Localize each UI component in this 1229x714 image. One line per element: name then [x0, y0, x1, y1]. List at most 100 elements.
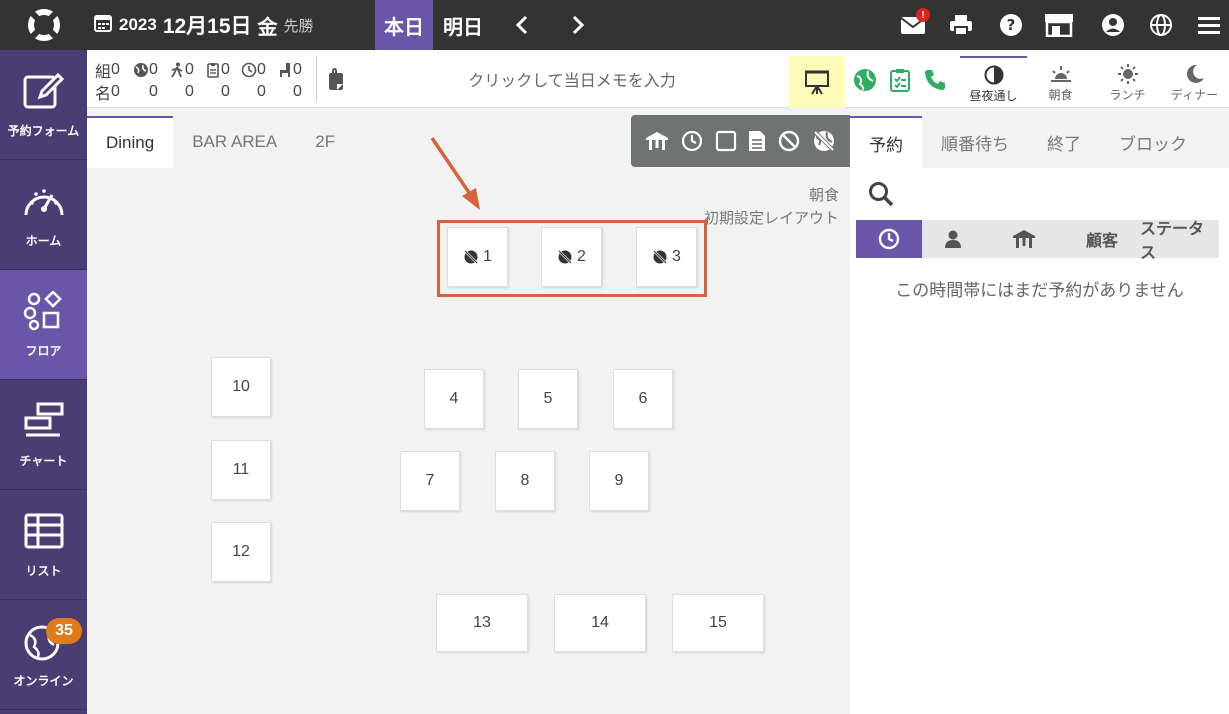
sidebar-item-label: 予約フォーム: [7, 123, 80, 138]
stats-row-groups: 組0 0 0 0 0 0: [95, 59, 313, 81]
account-icon[interactable]: [1098, 10, 1128, 40]
sort-by-status[interactable]: ステータス: [1140, 220, 1219, 262]
floor-table[interactable]: 11: [211, 440, 271, 500]
floor-table[interactable]: 7: [400, 451, 460, 511]
list-icon: [22, 511, 66, 556]
table-number: 7: [425, 472, 435, 489]
sort-by-time[interactable]: [856, 220, 922, 258]
dashboard-icon: [22, 181, 66, 226]
tab-breakfast[interactable]: 朝食: [1027, 56, 1094, 108]
clock-icon: [241, 62, 257, 78]
floor-table[interactable]: 6: [613, 369, 673, 429]
floor-table[interactable]: 10: [211, 357, 271, 417]
layout-meal-period: 朝食: [808, 187, 839, 204]
sidebar-item-label: フロア: [25, 343, 62, 358]
channel-icons: [853, 68, 947, 92]
date-display[interactable]: 2023 12月15日 金 先勝: [93, 0, 314, 50]
sidebar-item-floor[interactable]: フロア: [0, 270, 87, 380]
calendar-icon: [93, 13, 113, 38]
online-count-badge: 35: [46, 618, 82, 644]
tab-reservations[interactable]: 予約: [850, 116, 922, 168]
reservation-search[interactable]: [850, 168, 1229, 220]
tab-blocks[interactable]: ブロック: [1100, 116, 1206, 168]
table-number: 12: [232, 543, 250, 560]
floor-table[interactable]: 13: [436, 594, 528, 652]
sort-by-party[interactable]: [922, 220, 984, 258]
tab-2f[interactable]: 2F: [296, 116, 354, 168]
floor-tabs: Dining BAR AREA 2F: [87, 108, 354, 168]
divider: [316, 56, 317, 102]
floor-table[interactable]: 12: [211, 522, 271, 582]
date-weekday: 金: [257, 16, 278, 39]
tab-dinner[interactable]: ディナー: [1161, 56, 1228, 108]
chevron-right-icon[interactable]: [564, 10, 592, 40]
table-number: 5: [543, 390, 553, 407]
chart-icon: [22, 401, 66, 446]
globe-off-icon[interactable]: [812, 129, 836, 153]
sidebar-item-label: ホーム: [25, 233, 62, 248]
table-number: 6: [638, 390, 648, 407]
meal-period-tabs: 昼夜通し 朝食 ランチ ディナー: [960, 56, 1228, 108]
sort-by-table[interactable]: [984, 220, 1064, 258]
floor-table[interactable]: 9: [589, 451, 649, 511]
reservation-tabs: 予約 順番待ち 終了 ブロック: [850, 108, 1229, 168]
sidebar-item-online[interactable]: 35 オンライン: [0, 600, 87, 710]
tab-finished[interactable]: 終了: [1028, 116, 1100, 168]
today-button[interactable]: 本日: [375, 0, 433, 50]
reservation-stats: 組0 0 0 0 0 0 名0 0 0 0 0 0: [95, 59, 313, 103]
clipboard-icon: [207, 63, 219, 78]
empty-reservations-message: この時間帯にはまだ予約がありません: [895, 281, 1184, 300]
sidebar-item-label: チャート: [19, 453, 68, 468]
sidebar-item-label: オンライン: [13, 673, 74, 688]
tab-waitlist[interactable]: 順番待ち: [922, 116, 1028, 168]
floor-table[interactable]: 14: [554, 594, 646, 652]
globe-icon[interactable]: [1146, 10, 1176, 40]
highlight-box: [437, 220, 707, 297]
sort-by-customer[interactable]: 顧客: [1064, 220, 1140, 258]
table-number: 9: [614, 472, 624, 489]
sidebar-item-list[interactable]: リスト: [0, 490, 87, 600]
tomorrow-button[interactable]: 明日: [433, 0, 493, 50]
reservation-panel: 予約 順番待ち 終了 ブロック 顧客 ステータス この時間帯にはまだ予約がありま…: [850, 108, 1229, 714]
help-icon[interactable]: ?: [996, 10, 1026, 40]
sidebar-item-reservation-form[interactable]: 予約フォーム: [0, 50, 87, 160]
app-logo[interactable]: [0, 0, 87, 50]
mail-badge: !: [916, 8, 930, 22]
date-rokuyo: 先勝: [283, 17, 314, 35]
tab-all-day[interactable]: 昼夜通し: [960, 56, 1027, 108]
clock-icon[interactable]: [681, 130, 703, 152]
top-bar: 2023 12月15日 金 先勝 本日 明日 ! ?: [0, 0, 1229, 50]
mail-icon[interactable]: !: [898, 8, 930, 40]
table-number: 11: [232, 461, 250, 478]
menu-icon[interactable]: [1194, 10, 1224, 40]
floor-table[interactable]: 8: [495, 451, 555, 511]
sunrise-icon: [1049, 62, 1073, 86]
tab-bar-area[interactable]: BAR AREA: [173, 116, 296, 168]
stats-row-people: 名0 0 0 0 0 0: [95, 81, 313, 103]
store-icon[interactable]: [1044, 10, 1074, 40]
floor-table[interactable]: 4: [424, 369, 484, 429]
tab-dining[interactable]: Dining: [87, 116, 174, 168]
phone-icon[interactable]: [923, 68, 947, 92]
sidebar-item-home[interactable]: ホーム: [0, 160, 87, 270]
square-icon[interactable]: [715, 130, 737, 152]
floor-table[interactable]: 15: [672, 594, 764, 652]
chevron-left-icon[interactable]: [508, 10, 536, 40]
ban-icon[interactable]: [778, 130, 800, 152]
search-icon[interactable]: [868, 181, 894, 207]
presentation-button[interactable]: [789, 56, 845, 108]
sun-icon: [1117, 62, 1139, 86]
shapes-icon: [22, 289, 66, 336]
daily-memo-input[interactable]: クリックして当日メモを入力: [357, 50, 787, 108]
svg-text:?: ?: [1007, 16, 1016, 34]
document-icon[interactable]: [748, 130, 766, 152]
sidebar-item-chart[interactable]: チャート: [0, 380, 87, 490]
tab-lunch[interactable]: ランチ: [1094, 56, 1161, 108]
table-icon[interactable]: [645, 131, 669, 151]
checklist-icon[interactable]: [889, 68, 911, 92]
print-icon[interactable]: [946, 10, 976, 40]
sidebar-item-label: リスト: [25, 563, 62, 578]
presentation-icon: [805, 70, 829, 95]
floor-table[interactable]: 5: [518, 369, 578, 429]
web-reservation-icon[interactable]: [853, 68, 877, 92]
